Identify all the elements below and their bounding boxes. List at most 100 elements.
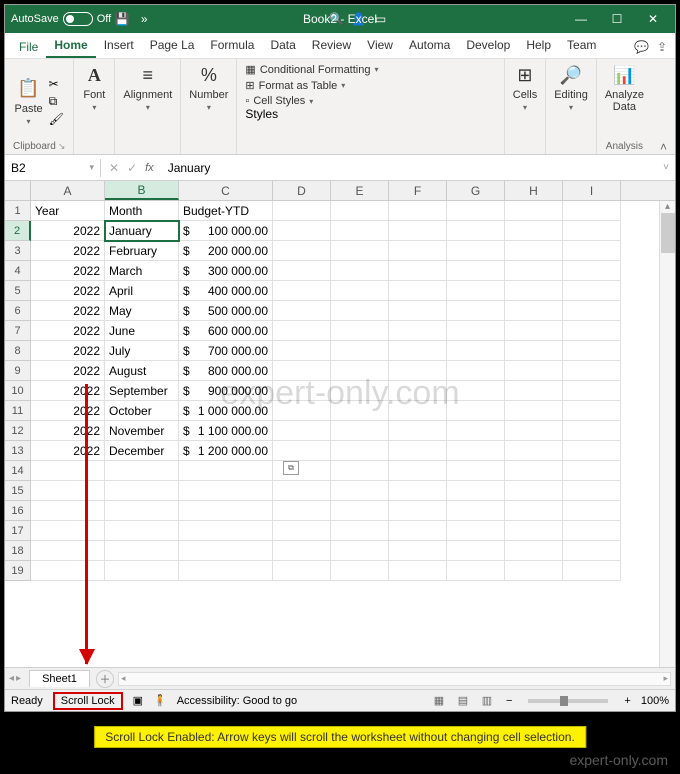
cell[interactable]: March [105,261,179,281]
cell[interactable] [105,561,179,581]
cells-button[interactable]: ⊞ Cells ▾ [513,63,537,112]
cell[interactable] [447,321,505,341]
cell[interactable] [331,421,389,441]
cell[interactable] [563,541,621,561]
cell[interactable] [31,561,105,581]
cell[interactable] [505,261,563,281]
row-header[interactable]: 6 [5,301,31,321]
zoom-out-button[interactable]: − [506,695,512,707]
cell[interactable] [273,361,331,381]
column-header[interactable]: I [563,181,621,200]
row-header[interactable]: 14 [5,461,31,481]
cell[interactable] [505,421,563,441]
cell[interactable]: $100 000.00 [179,221,273,241]
ribbon-tab-formula[interactable]: Formula [202,34,262,58]
ribbon-tab-view[interactable]: View [359,34,401,58]
row-header[interactable]: 12 [5,421,31,441]
view-pagelayout-icon[interactable]: ▤ [454,694,472,707]
column-header[interactable]: G [447,181,505,200]
row-header[interactable]: 3 [5,241,31,261]
cell[interactable] [563,461,621,481]
cell[interactable] [389,281,447,301]
cell[interactable]: July [105,341,179,361]
cell[interactable] [389,301,447,321]
cell[interactable] [389,241,447,261]
conditional-formatting-button[interactable]: ▦Conditional Formatting▾ [245,63,495,76]
format-painter-icon[interactable]: 🖌 [49,112,64,126]
cell[interactable] [563,421,621,441]
cell[interactable] [563,561,621,581]
cell[interactable] [273,521,331,541]
cell[interactable] [105,501,179,521]
cell[interactable] [447,501,505,521]
cell[interactable] [563,201,621,221]
cell[interactable] [273,401,331,421]
cell[interactable] [505,521,563,541]
column-header[interactable]: F [389,181,447,200]
cell[interactable] [273,501,331,521]
ribbon-tab-review[interactable]: Review [304,34,359,58]
cell[interactable]: $1 000 000.00 [179,401,273,421]
cut-icon[interactable]: ✂ [49,77,64,91]
scrollbar-thumb[interactable] [661,213,675,253]
cell[interactable] [273,301,331,321]
cell[interactable]: 2022 [31,401,105,421]
cell[interactable] [179,521,273,541]
cell[interactable] [447,301,505,321]
cell[interactable] [331,341,389,361]
cell[interactable] [389,461,447,481]
cell[interactable] [505,201,563,221]
cell[interactable] [331,261,389,281]
cell[interactable] [563,321,621,341]
cell[interactable]: $1 200 000.00 [179,441,273,461]
cell[interactable] [105,481,179,501]
cell[interactable] [389,501,447,521]
column-header[interactable]: B [105,181,179,200]
cell[interactable] [505,281,563,301]
cell[interactable] [331,461,389,481]
cell[interactable] [273,261,331,281]
row-header[interactable]: 5 [5,281,31,301]
cell[interactable] [273,221,331,241]
cell[interactable]: Budget-YTD [179,201,273,221]
cell[interactable] [331,561,389,581]
row-header[interactable]: 4 [5,261,31,281]
cell[interactable] [563,481,621,501]
cell[interactable] [331,541,389,561]
paste-button[interactable]: 📋 Paste ▾ [14,77,42,126]
cell[interactable]: Year [31,201,105,221]
cell[interactable] [179,481,273,501]
cell[interactable]: April [105,281,179,301]
cell[interactable]: $400 000.00 [179,281,273,301]
cell[interactable] [31,481,105,501]
cell[interactable] [447,201,505,221]
cell[interactable] [273,341,331,361]
cell[interactable] [331,381,389,401]
minimize-button[interactable]: ― [565,8,597,30]
cell[interactable] [389,521,447,541]
cell[interactable] [505,321,563,341]
cell[interactable] [273,281,331,301]
cell[interactable]: 2022 [31,281,105,301]
ribbon-tab-pagela[interactable]: Page La [142,34,203,58]
cell[interactable] [389,321,447,341]
enter-formula-icon[interactable]: ✓ [127,161,137,175]
cell[interactable] [179,541,273,561]
cell[interactable] [505,361,563,381]
cell[interactable]: $800 000.00 [179,361,273,381]
column-header[interactable]: A [31,181,105,200]
cell[interactable] [389,361,447,381]
cell[interactable] [563,401,621,421]
view-normal-icon[interactable]: ▦ [430,694,448,707]
scrollbar-up-icon[interactable]: ▴ [660,201,675,212]
cell[interactable] [563,261,621,281]
cell[interactable] [505,341,563,361]
cell[interactable] [389,481,447,501]
cell[interactable]: 2022 [31,221,105,241]
cell[interactable] [389,221,447,241]
cell[interactable]: January [105,221,179,241]
cell[interactable]: $500 000.00 [179,301,273,321]
row-header[interactable]: 11 [5,401,31,421]
autosave-toggle[interactable]: AutoSave Off [11,12,111,26]
cell[interactable] [105,541,179,561]
